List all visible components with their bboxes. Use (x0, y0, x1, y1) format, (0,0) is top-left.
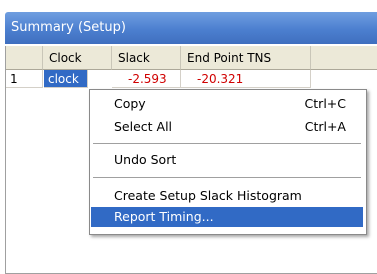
column-header-clock[interactable]: Clock (43, 46, 112, 70)
row-index[interactable]: 1 (6, 70, 43, 88)
window-title: Summary (Setup) (11, 20, 126, 35)
menu-item-create-setup-slack-histogram[interactable]: Create Setup Slack Histogram (91, 186, 363, 206)
column-header-index[interactable] (6, 46, 43, 70)
title-bar[interactable]: Summary (Setup) (5, 12, 377, 44)
menu-item-report-timing[interactable]: Report Timing... (91, 207, 363, 227)
undo-sort-label: Undo Sort (114, 152, 177, 167)
menu-item-select-all[interactable]: Select All Ctrl+A (91, 117, 363, 137)
cell-end-point-tns[interactable]: -20.321 (181, 70, 311, 88)
column-header-slack[interactable]: Slack (112, 46, 181, 70)
copy-shortcut: Ctrl+C (304, 96, 346, 111)
column-header-filler (311, 46, 377, 70)
select-all-shortcut: Ctrl+A (304, 119, 346, 134)
select-all-label: Select All (114, 119, 173, 134)
report-timing-label: Report Timing... (114, 209, 214, 224)
context-menu: Copy Ctrl+C Select All Ctrl+A Undo Sort … (89, 89, 367, 235)
copy-label: Copy (114, 96, 146, 111)
cell-slack[interactable]: -2.593 (112, 70, 181, 88)
report-window: Summary (Setup) Clock Slack End Point TN… (0, 0, 377, 274)
histogram-label: Create Setup Slack Histogram (114, 188, 302, 203)
menu-item-copy[interactable]: Copy Ctrl+C (91, 94, 363, 114)
column-header-end-point-tns[interactable]: End Point TNS (181, 46, 311, 70)
menu-item-undo-sort[interactable]: Undo Sort (91, 150, 363, 170)
menu-separator (93, 177, 361, 178)
menu-separator (93, 143, 361, 144)
cell-clock[interactable]: clock (44, 70, 88, 88)
